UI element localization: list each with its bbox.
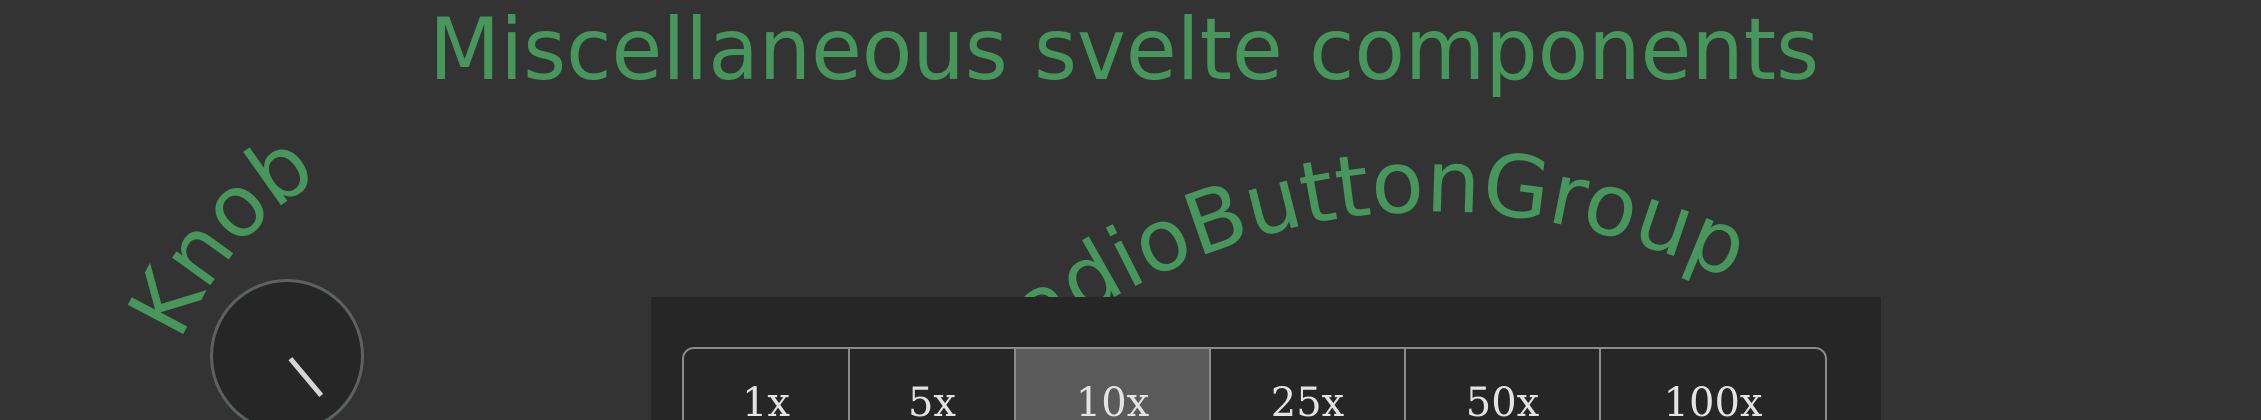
knob-dial[interactable] [210, 279, 364, 420]
app-stage: Miscellaneous svelte components Knob Rad… [0, 0, 2261, 420]
radio-option-25x[interactable]: 25x [1211, 349, 1406, 420]
knob-pointer [288, 357, 324, 398]
knob-control[interactable] [210, 279, 364, 420]
radio-option-100x[interactable]: 100x [1601, 349, 1825, 420]
radio-option-1x[interactable]: 1x [684, 349, 850, 420]
radio-option-5x[interactable]: 5x [850, 349, 1016, 420]
radio-button-group[interactable]: 1x 5x 10x 25x 50x 100x [682, 347, 1827, 420]
radio-option-50x[interactable]: 50x [1406, 349, 1601, 420]
radio-option-10x[interactable]: 10x [1016, 349, 1211, 420]
